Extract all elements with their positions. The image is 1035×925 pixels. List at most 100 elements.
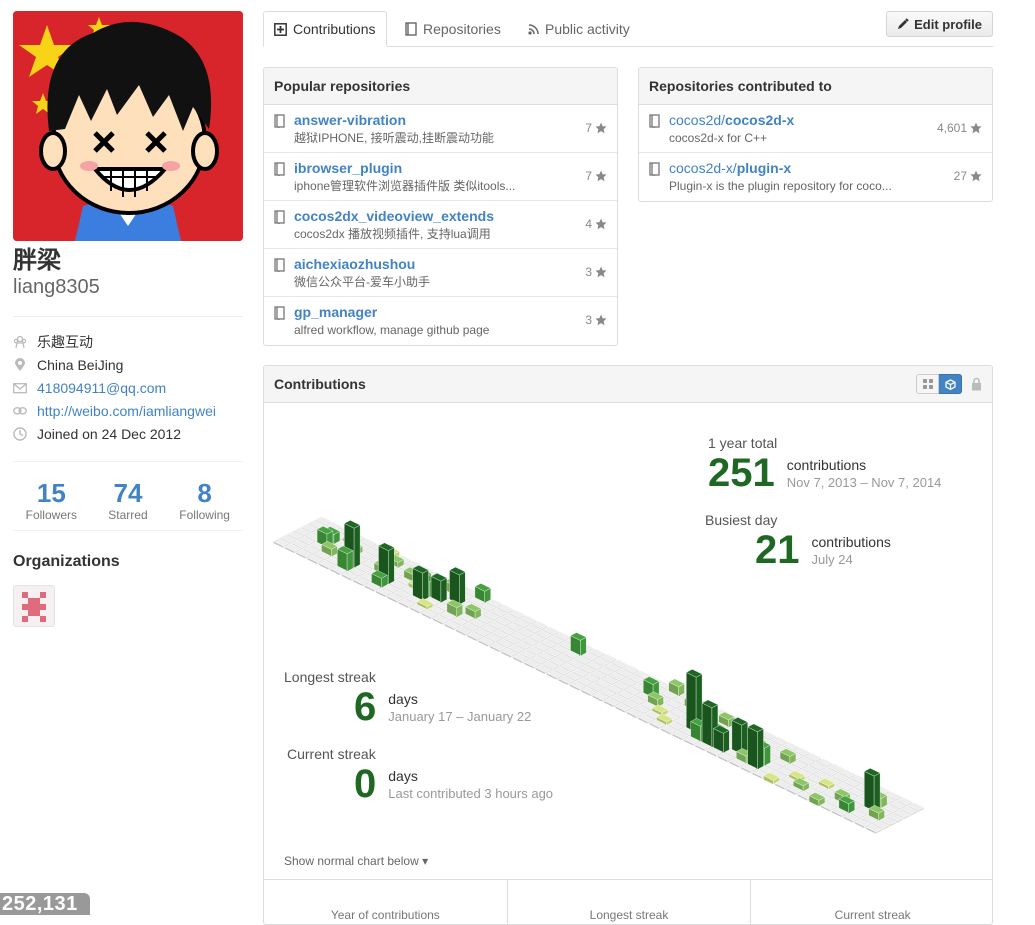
profile-tabs: Contributions Repositories Public activi…: [263, 11, 993, 47]
profile-fullname: 胖梁: [13, 247, 61, 274]
rss-icon: [528, 23, 539, 35]
busiest-day-block: Busiest day 21 contributions July 24: [705, 512, 891, 570]
repo-row[interactable]: answer-vibration 越狱IPHONE, 接听震动,挂断震动功能 7: [264, 105, 617, 153]
longest-streak-range: January 17 – January 22: [388, 709, 532, 724]
repo-star-count: 7: [585, 169, 592, 183]
contribution-cell-side: [757, 728, 764, 771]
repo-row[interactable]: ibrowser_plugin iphone管理软件浏览器插件版 类似itools…: [264, 153, 617, 201]
detail-organization-text: 乐趣互动: [37, 333, 93, 350]
repo-name-link[interactable]: cocos2dx_videoview_extends: [294, 208, 494, 224]
repo-stars[interactable]: 7: [585, 169, 607, 183]
repo-book-icon: [649, 114, 660, 131]
repo-name-link[interactable]: answer-vibration: [294, 112, 406, 128]
repo-name: cocos2d-x: [725, 112, 795, 128]
repo-name: ibrowser_plugin: [294, 160, 403, 176]
longest-streak-unit: days: [388, 691, 418, 707]
cube-icon: [944, 378, 956, 390]
isometric-chart-toggle[interactable]: [939, 374, 962, 394]
detail-blog: http://weibo.com/iamliangwei: [13, 399, 243, 422]
current-streak-note: Last contributed 3 hours ago: [388, 786, 554, 801]
repo-stars[interactable]: 3: [585, 313, 607, 327]
detail-joined-text: Joined on 24 Dec 2012: [37, 425, 181, 442]
tab-repositories[interactable]: Repositories: [395, 11, 511, 47]
contributions-title: Contributions: [274, 376, 366, 392]
current-streak-block: Current streak 0 days Last contributed 3…: [287, 746, 553, 804]
normal-chart-toggle[interactable]: [916, 374, 939, 394]
repo-name: aichexiaozhushou: [294, 256, 416, 272]
year-total-label: 1 year total: [708, 435, 778, 451]
repo-book-icon: [274, 210, 285, 227]
detail-organization: 乐趣互动: [13, 330, 243, 353]
repo-row[interactable]: gp_manager alfred workflow, manage github…: [264, 297, 617, 345]
repo-description: cocos2d-x for C++: [669, 131, 768, 145]
contributions-box: Contributions 1 year total 251 contribut…: [263, 365, 993, 925]
repo-description: 微信公众平台-爱车小助手: [294, 275, 430, 289]
show-normal-chart-link[interactable]: Show normal chart below ▾: [284, 854, 428, 868]
repo-stars[interactable]: 3: [585, 265, 607, 279]
footer-current-streak: Current streak: [834, 908, 911, 922]
edit-profile-label: Edit profile: [914, 16, 982, 32]
repo-stars[interactable]: 4,601: [937, 121, 982, 135]
repo-name: plugin-x: [736, 160, 792, 176]
contribution-cell-side: [422, 569, 429, 602]
divider: [13, 461, 243, 462]
year-total-count: 251: [708, 451, 775, 495]
stat-followers[interactable]: 15 Followers: [13, 478, 89, 522]
organization-avatar[interactable]: [13, 585, 55, 627]
longest-streak-label: Longest streak: [284, 669, 376, 685]
chart-view-toggle: [916, 374, 982, 394]
lock-icon: [971, 377, 982, 391]
repo-stars[interactable]: 27: [954, 169, 982, 183]
blog-link[interactable]: http://weibo.com/iamliangwei: [37, 403, 216, 419]
repo-name-link[interactable]: aichexiaozhushou: [294, 256, 415, 272]
repo-name-link[interactable]: cocos2d-x/plugin-x: [669, 160, 791, 176]
repo-row[interactable]: cocos2dx_videoview_extends cocos2dx 播放视频插…: [264, 201, 617, 249]
year-total-block: 1 year total 251 contributions Nov 7, 20…: [708, 435, 941, 493]
repo-name-link[interactable]: cocos2d/cocos2d-x: [669, 112, 794, 128]
repo-stars[interactable]: 4: [585, 217, 607, 231]
contribution-cell-side: [701, 702, 713, 749]
starred-label: Starred: [108, 508, 148, 522]
repo-owner: cocos2d-x/: [669, 160, 737, 176]
starred-count: 74: [113, 478, 143, 508]
repo-book-icon: [274, 162, 285, 179]
repo-description: iphone管理软件浏览器插件版 类似itools...: [294, 179, 516, 193]
repo-star-count: 7: [585, 121, 592, 135]
stat-starred[interactable]: 74 Starred: [90, 478, 166, 522]
contribution-cell-side: [388, 547, 395, 585]
contribution-cell-side: [459, 571, 466, 606]
contributed-repositories-title: Repositories contributed to: [639, 68, 992, 105]
repo-description: 越狱IPHONE, 接听震动,挂断震动功能: [294, 131, 495, 145]
stat-following[interactable]: 8 Following: [167, 478, 243, 522]
detail-email: 418094911@qq.com: [13, 376, 243, 399]
divider: [13, 530, 243, 531]
repo-name: answer-vibration: [294, 112, 407, 128]
current-streak-label: Current streak: [287, 746, 376, 762]
repo-star-count: 3: [585, 313, 592, 327]
tab-contributions[interactable]: Contributions: [263, 11, 387, 47]
repo-name-link[interactable]: gp_manager: [294, 304, 377, 320]
avatar[interactable]: [13, 11, 243, 241]
contributed-repositories-list: cocos2d/cocos2d-x cocos2d-x for C++ 4,601 c…: [639, 105, 992, 201]
email-link[interactable]: 418094911@qq.com: [37, 380, 166, 396]
contributions-header: Contributions: [264, 366, 992, 403]
repo-star-count: 4,601: [936, 121, 967, 135]
repo-star-count: 3: [585, 265, 592, 279]
contribution-cell-side: [353, 524, 361, 569]
repo-row[interactable]: cocos2d/cocos2d-x cocos2d-x for C++ 4,601: [639, 105, 992, 153]
book-icon: [405, 22, 417, 36]
star-icon: [595, 218, 607, 230]
repo-star-count: 27: [953, 169, 967, 183]
repo-name: gp_manager: [294, 304, 378, 320]
longest-streak-count: 6: [354, 685, 377, 729]
repo-row[interactable]: aichexiaozhushou 微信公众平台-爱车小助手 3: [264, 249, 617, 297]
tab-public-activity[interactable]: Public activity: [518, 11, 640, 47]
repo-stars[interactable]: 7: [585, 121, 607, 135]
pencil-icon: [897, 18, 909, 30]
busiest-day-count: 21: [755, 528, 800, 572]
repo-name-link[interactable]: ibrowser_plugin: [294, 160, 402, 176]
edit-profile-button[interactable]: Edit profile: [886, 11, 993, 37]
repo-row[interactable]: cocos2d-x/plugin-x Plugin-x is the plugin…: [639, 153, 992, 201]
following-label: Following: [179, 508, 230, 522]
repo-description: cocos2dx 播放视频插件, 支持lua调用: [294, 227, 491, 241]
